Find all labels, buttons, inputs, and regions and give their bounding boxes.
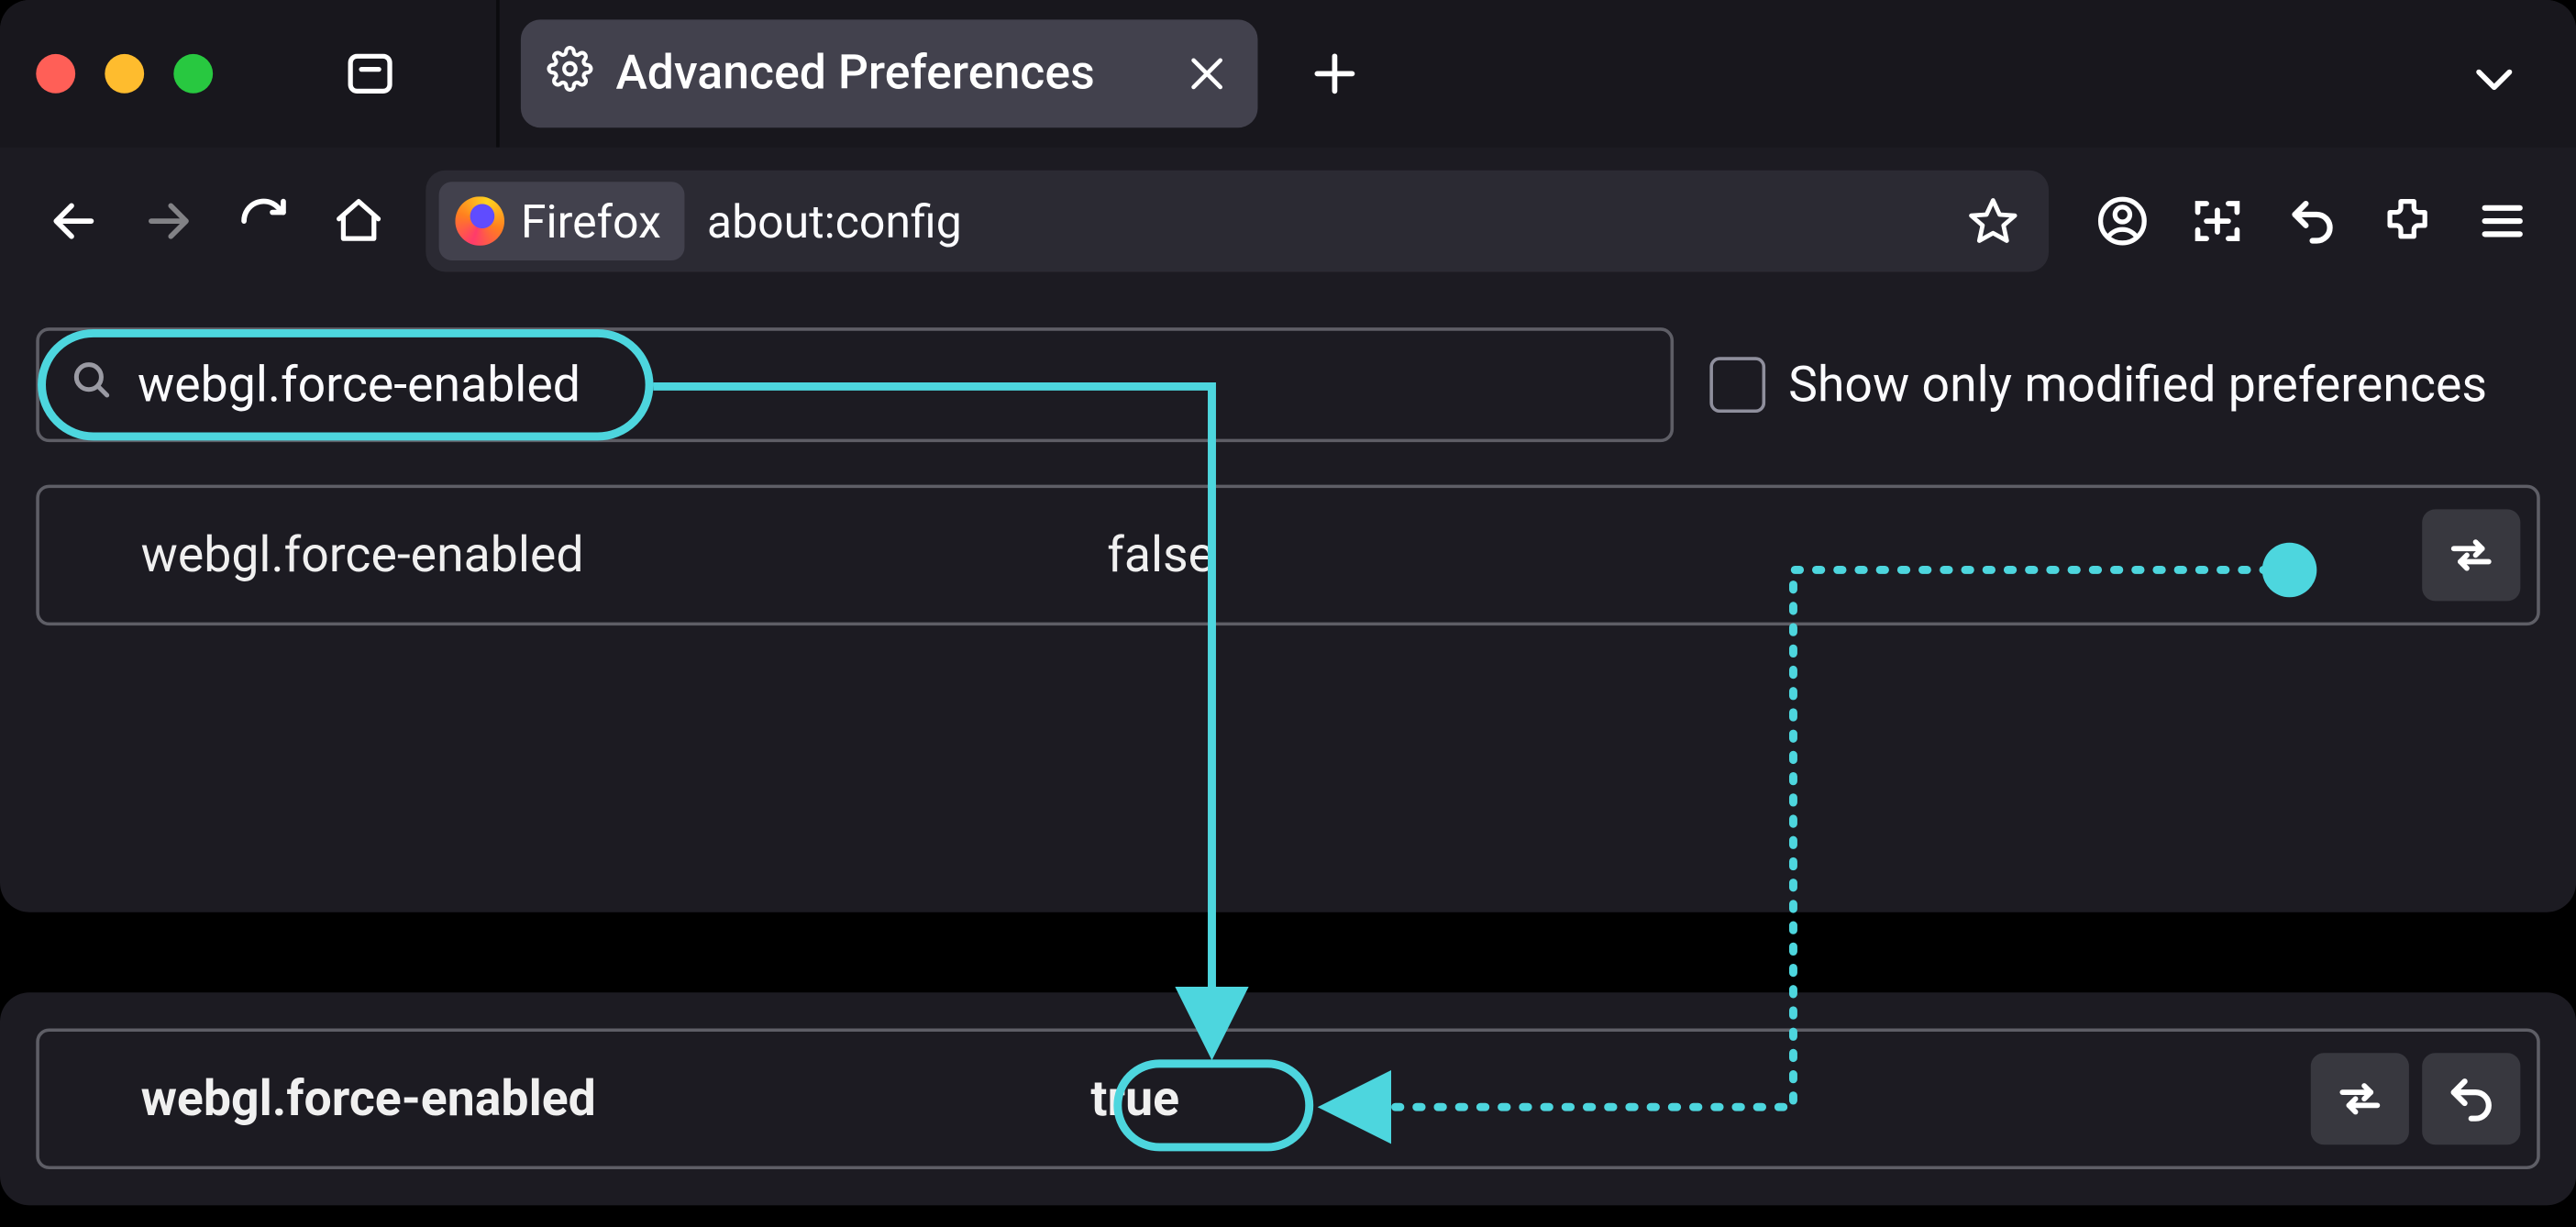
app-menu-button[interactable]	[2458, 177, 2546, 265]
preference-row: webgl.force-enabled false	[36, 485, 2539, 626]
show-only-modified-label: Show only modified preferences	[1788, 356, 2487, 414]
about-config-body: webgl.force-enabled Show only modified p…	[0, 294, 2576, 658]
undo-button[interactable]	[2268, 177, 2356, 265]
bookmark-star-button[interactable]	[1961, 188, 2026, 253]
browser-window: Advanced Preferences	[0, 0, 2576, 912]
toggle-preference-button[interactable]	[2422, 509, 2520, 601]
forward-button[interactable]	[125, 177, 213, 265]
extensions-button[interactable]	[2363, 177, 2451, 265]
result-window: webgl.force-enabled true	[0, 992, 2576, 1205]
preference-search-text: webgl.force-enabled	[138, 356, 580, 414]
firefox-logo-icon	[455, 196, 504, 246]
preference-row-modified: webgl.force-enabled true	[36, 1028, 2539, 1169]
tab-tray-icon[interactable]	[340, 44, 399, 103]
new-tab-button[interactable]	[1297, 36, 1372, 111]
account-button[interactable]	[2078, 177, 2166, 265]
tab-label: Advanced Preferences	[615, 46, 1094, 102]
back-button[interactable]	[29, 177, 117, 265]
url-text: about:config	[707, 194, 962, 249]
preference-name: webgl.force-enabled	[141, 526, 1108, 584]
fullscreen-window-button[interactable]	[173, 54, 213, 94]
close-tab-button[interactable]	[1182, 50, 1232, 99]
tab-advanced-preferences[interactable]: Advanced Preferences	[521, 19, 1258, 127]
minimize-window-button[interactable]	[105, 54, 144, 94]
url-bar[interactable]: Firefox about:config	[426, 171, 2049, 272]
preference-value: false	[1107, 526, 1214, 584]
home-button[interactable]	[315, 177, 403, 265]
identity-box[interactable]: Firefox	[439, 182, 684, 260]
reset-preference-button[interactable]	[2422, 1053, 2520, 1144]
show-only-modified-checkbox[interactable]	[1709, 357, 1765, 413]
toggle-preference-button[interactable]	[2311, 1053, 2409, 1144]
preference-search-input[interactable]: webgl.force-enabled	[36, 327, 1674, 442]
screenshot-button[interactable]	[2173, 177, 2261, 265]
gear-icon	[547, 42, 592, 105]
window-controls	[36, 54, 213, 94]
titlebar: Advanced Preferences	[0, 0, 2576, 148]
preference-value: true	[1090, 1070, 1179, 1128]
reload-button[interactable]	[219, 177, 307, 265]
preference-name: webgl.force-enabled	[141, 1070, 1091, 1128]
tabs-dropdown-button[interactable]	[2461, 46, 2526, 111]
close-window-button[interactable]	[36, 54, 75, 94]
identity-label: Firefox	[521, 194, 661, 249]
search-icon	[69, 354, 115, 416]
nav-toolbar: Firefox about:config	[0, 148, 2576, 295]
